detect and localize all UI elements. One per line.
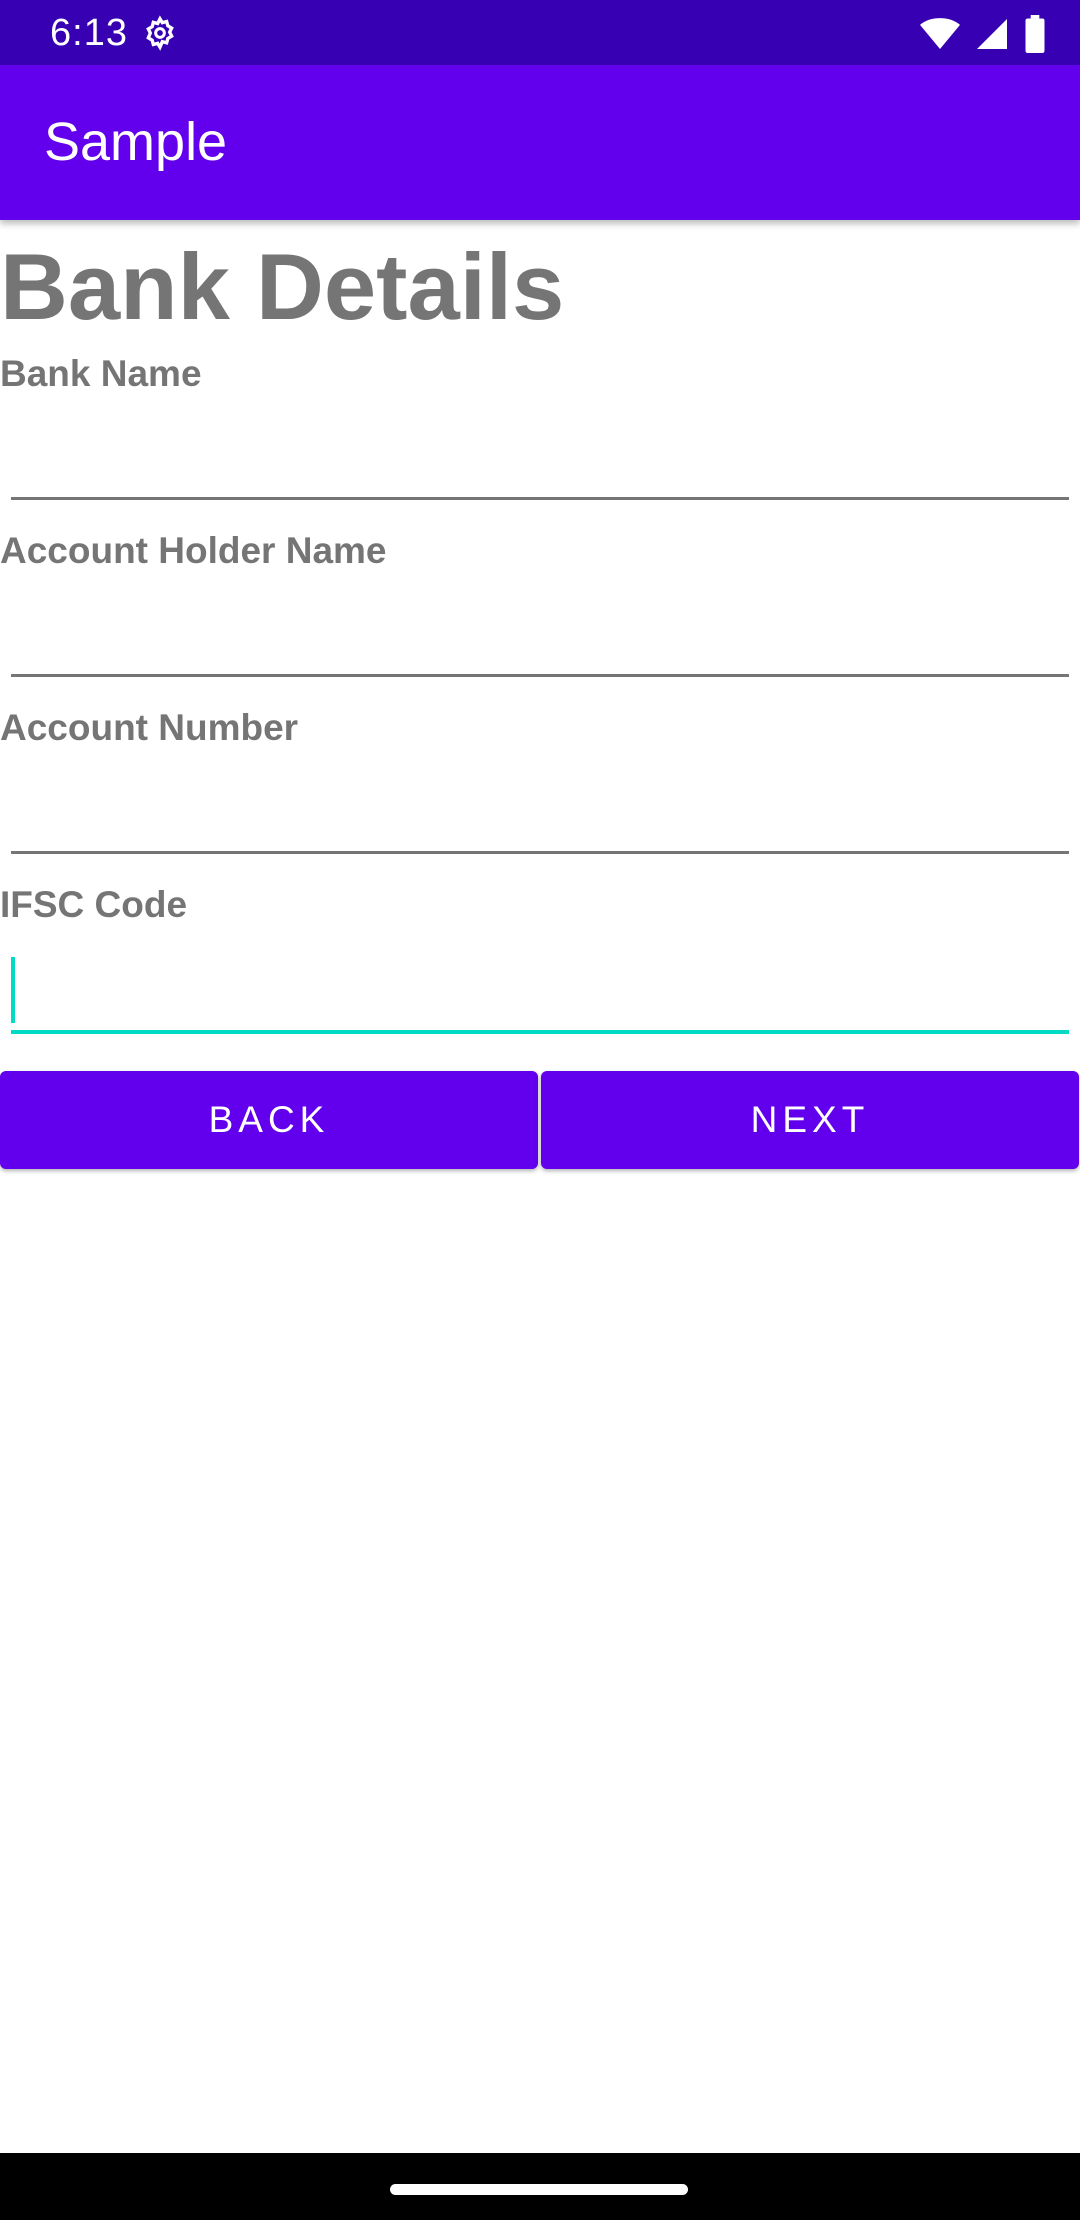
status-right-icons (920, 14, 1046, 54)
account-holder-name-field[interactable] (11, 597, 1069, 677)
bank-name-field[interactable] (11, 420, 1069, 500)
text-cursor (11, 957, 15, 1023)
ifsc-code-label: IFSC Code (0, 884, 188, 925)
page-title: Bank Details (0, 234, 565, 339)
ifsc-code-field[interactable] (11, 954, 1069, 1034)
account-holder-name-label: Account Holder Name (0, 530, 387, 571)
signal-icon (977, 19, 1007, 49)
next-button[interactable]: NEXT (541, 1071, 1079, 1169)
app-bar: Sample (0, 65, 1080, 220)
navigation-bar (0, 2153, 1080, 2220)
home-gesture-handle[interactable] (390, 2184, 688, 2195)
app-title: Sample (44, 112, 228, 172)
wifi-icon (920, 18, 960, 49)
account-number-label: Account Number (0, 707, 299, 748)
battery-icon (1025, 15, 1045, 53)
bank-name-label: Bank Name (0, 353, 202, 394)
status-bar: 6:13 (0, 0, 1080, 65)
settings-gear-icon (146, 15, 174, 51)
status-time: 6:13 (50, 12, 128, 54)
back-button[interactable]: BACK (0, 1071, 538, 1169)
screen: 6:13 Sample Bank Details Bank Name Accou… (0, 0, 1080, 2220)
account-number-field[interactable] (11, 774, 1069, 854)
